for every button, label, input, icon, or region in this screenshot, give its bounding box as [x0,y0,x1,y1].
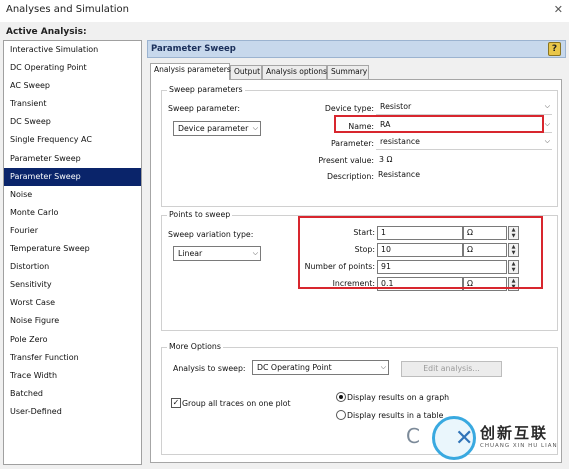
parameter-label: Parameter: [330,139,374,148]
device-type-dropdown[interactable]: Resistor ⌵ [376,100,552,115]
chevron-down-icon: ⌵ [544,102,550,110]
start-spinner[interactable]: ▲ ▼ [508,226,519,240]
stop-input[interactable]: 10 [377,243,463,257]
dropdown-value: resistance [380,137,420,146]
start-input[interactable]: 1 [377,226,463,240]
tab-analysis-parameters[interactable]: Analysis parameters [150,63,231,80]
display-graph-radio[interactable] [336,392,346,402]
analysis-item[interactable]: Monte Carlo [4,204,141,222]
dropdown-value: RA [380,120,391,129]
chevron-down-icon: ⌵ [544,137,550,145]
dropdown-value: Resistor [380,102,412,111]
display-table-radio[interactable] [336,410,346,420]
stop-label: Stop: [354,245,375,254]
close-icon[interactable]: ✕ [554,3,563,16]
spin-down-icon[interactable]: ▼ [509,233,518,239]
increment-input[interactable]: 0.1 [377,277,463,291]
stop-spinner[interactable]: ▲ ▼ [508,243,519,257]
watermark-letter: C [406,424,420,448]
group-title: Points to sweep [167,210,233,219]
watermark-text: 创新互联 [480,424,549,442]
present-value-label: Present value: [318,156,374,165]
name-label: Name: [348,122,374,131]
device-type-label: Device type: [324,104,374,113]
group-traces-label: Group all traces on one plot [182,399,291,408]
analysis-item[interactable]: Worst Case [4,294,141,312]
tab-summary[interactable]: Summary [327,65,369,79]
chevron-down-icon: ⌵ [252,249,258,257]
help-icon[interactable]: ? [548,42,561,56]
sweep-parameter-label: Sweep parameter: [168,104,240,113]
analysis-item[interactable]: Pole Zero [4,331,141,349]
analysis-item[interactable]: Batched [4,385,141,403]
analysis-to-sweep-dropdown[interactable]: DC Operating Point ⌵ [252,360,389,375]
analysis-to-sweep-label: Analysis to sweep: [173,364,246,373]
num-points-label: Number of points: [304,262,375,271]
panel-header: Parameter Sweep ? [147,40,566,58]
analysis-list: Interactive Simulation DC Operating Poin… [3,40,142,465]
dropdown-value: Device parameter [178,124,249,133]
analysis-item[interactable]: Noise Figure [4,312,141,330]
analysis-item[interactable]: DC Operating Point [4,59,141,77]
analysis-item[interactable]: Temperature Sweep [4,240,141,258]
parameter-dropdown[interactable]: resistance ⌵ [376,135,552,150]
analysis-item[interactable]: Interactive Simulation [4,41,141,59]
variation-type-dropdown[interactable]: Linear ⌵ [173,246,261,261]
analysis-item[interactable]: Distortion [4,258,141,276]
analysis-item[interactable]: Transient [4,95,141,113]
points-to-sweep-group: Points to sweep Sweep variation type: Li… [161,210,558,331]
chevron-down-icon: ⌵ [544,120,550,128]
analysis-item[interactable]: Sensitivity [4,276,141,294]
dropdown-value: Linear [178,249,203,258]
analysis-item[interactable]: DC Sweep [4,113,141,131]
start-unit: Ω [463,226,507,240]
increment-unit: Ω [463,277,507,291]
name-dropdown[interactable]: RA ⌵ [376,118,552,133]
chevron-down-icon: ⌵ [380,363,386,371]
spin-down-icon[interactable]: ▼ [509,250,518,256]
group-title: More Options [167,342,223,351]
start-label: Start: [353,228,375,237]
dropdown-value: DC Operating Point [257,363,332,372]
description-label: Description: [326,172,374,181]
chevron-down-icon: ⌵ [252,124,258,132]
increment-label: Increment: [332,279,375,288]
analysis-item[interactable]: Parameter Sweep [4,150,141,168]
analysis-item[interactable]: Fourier [4,222,141,240]
analysis-item[interactable]: Single Frequency AC [4,131,141,149]
window-title: Analyses and Simulation [6,4,130,15]
present-value: 3 Ω [379,155,393,164]
sweep-parameters-group: Sweep parameters Sweep parameter: Device… [161,85,558,207]
analysis-item[interactable]: Noise [4,186,141,204]
main-panel: Parameter Sweep ? Analysis parameters Ou… [147,40,566,465]
analysis-parameters-panel: Sweep parameters Sweep parameter: Device… [150,79,562,463]
watermark-subtext: CHUANG XIN HU LIAN [480,443,558,449]
tab-output[interactable]: Output [230,65,262,79]
increment-spinner[interactable]: ▲ ▼ [508,277,519,291]
analysis-item[interactable]: Trace Width [4,367,141,385]
analysis-item[interactable]: AC Sweep [4,77,141,95]
stop-unit: Ω [463,243,507,257]
description-value: Resistance [378,170,421,179]
tab-analysis-options[interactable]: Analysis options [262,65,327,79]
group-traces-checkbox[interactable]: ✓ [171,398,181,408]
group-title: Sweep parameters [167,85,245,94]
edit-analysis-button[interactable]: Edit analysis... [401,361,502,377]
analysis-item[interactable]: User-Defined [4,403,141,421]
spin-down-icon[interactable]: ▼ [509,267,518,273]
num-points-spinner[interactable]: ▲ ▼ [508,260,519,274]
sweep-parameter-dropdown[interactable]: Device parameter ⌵ [173,121,261,136]
watermark-logo: C ✕ 创新互联 CHUANG XIN HU LIAN [406,410,569,469]
analysis-item[interactable]: Transfer Function [4,349,141,367]
variation-type-label: Sweep variation type: [168,230,254,239]
spin-down-icon[interactable]: ▼ [509,284,518,290]
watermark-circle-icon: ✕ [432,416,476,460]
num-points-input[interactable]: 91 [377,260,507,274]
analysis-item-selected[interactable]: Parameter Sweep [4,167,141,186]
display-graph-label: Display results on a graph [347,393,450,402]
active-analysis-label: Active Analysis: [6,27,87,37]
title-bar: Analyses and Simulation ✕ [0,0,569,22]
panel-title: Parameter Sweep [151,44,236,54]
